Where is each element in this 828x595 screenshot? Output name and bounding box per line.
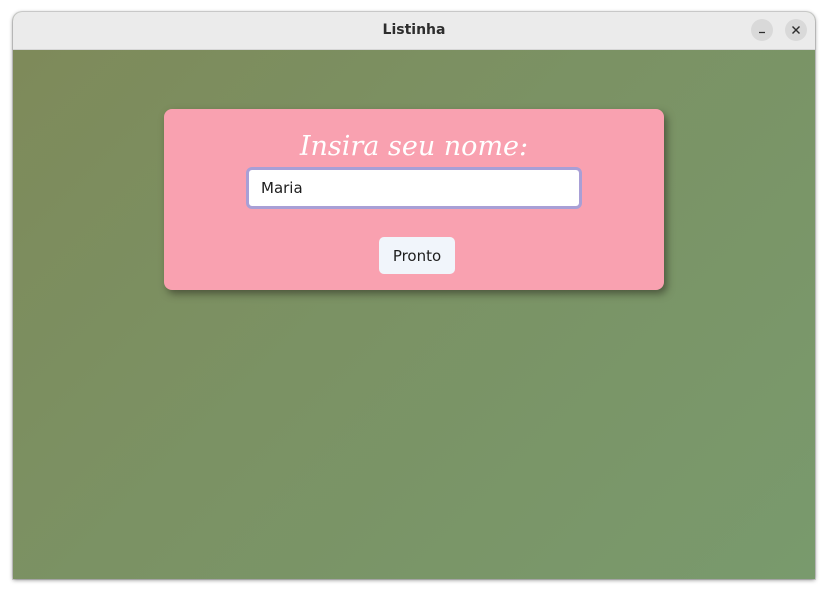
app-window: Listinha Insira seu nome: Pronto	[13, 12, 815, 579]
minimize-button[interactable]	[751, 19, 773, 41]
window-title: Listinha	[382, 22, 446, 38]
title-bar[interactable]: Listinha	[13, 12, 815, 50]
close-icon	[792, 26, 800, 34]
app-content: Insira seu nome: Pronto	[13, 50, 815, 579]
close-button[interactable]	[785, 19, 807, 41]
minimize-icon	[759, 31, 765, 34]
done-button[interactable]: Pronto	[379, 237, 455, 274]
name-form-card: Insira seu nome: Pronto	[164, 109, 664, 290]
name-input[interactable]	[246, 167, 582, 209]
form-heading: Insira seu nome:	[299, 131, 529, 162]
